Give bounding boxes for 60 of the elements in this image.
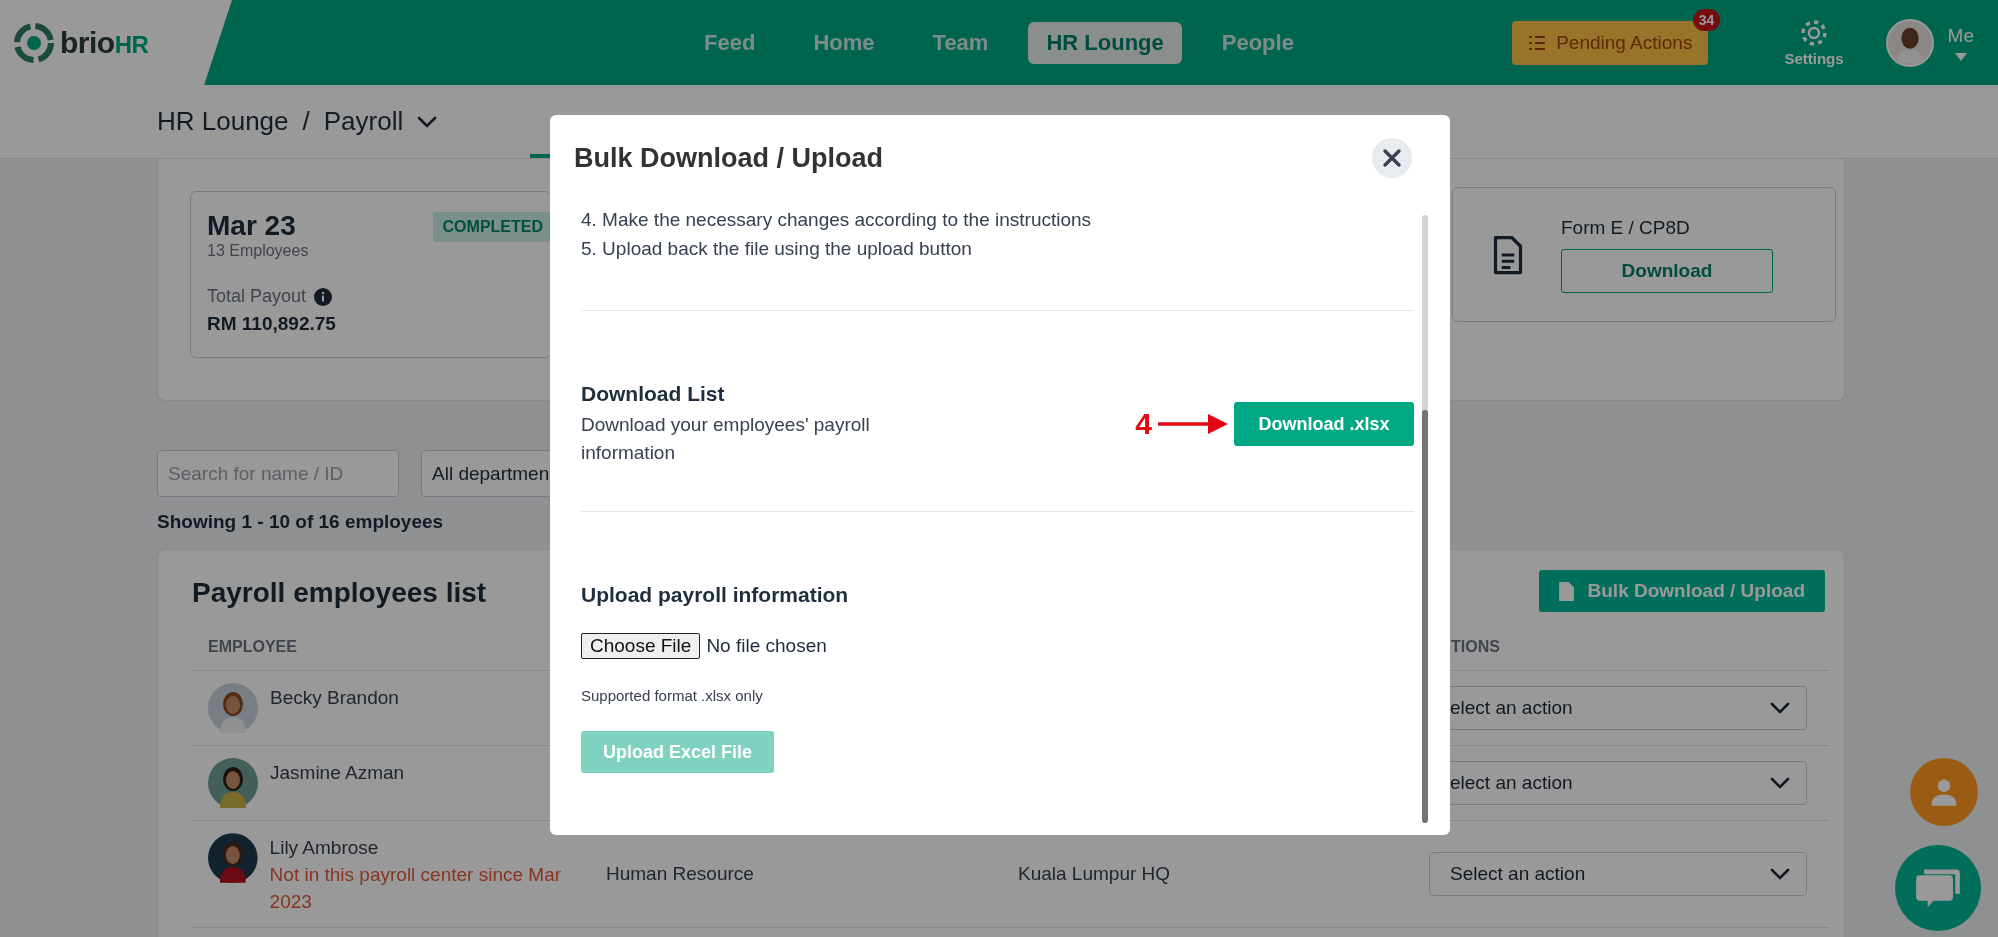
list-title: Payroll employees list [192,577,487,609]
nav-tab[interactable]: People [1203,21,1312,64]
nav-tab[interactable]: Home [795,21,893,64]
info-icon[interactable] [314,287,333,306]
period-title: Mar 23 [207,210,296,242]
checklist-icon [1528,34,1547,51]
settings-icon [1799,18,1829,48]
avatar [208,758,258,808]
nav-tab[interactable]: Team [914,21,1007,64]
settings-button[interactable]: Settings [1778,17,1850,68]
format-hint: Supported format .xlsx only [581,687,764,704]
close-button[interactable] [1372,138,1412,178]
breadcrumb-link[interactable]: HR Lounge [157,106,289,137]
file-status-text: No file chosen [706,635,827,657]
nav-tab[interactable]: HR Lounge [1028,21,1182,64]
employee-count: 13 Employees [207,242,310,260]
logo-icon [14,22,54,63]
caret-icon[interactable] [1954,52,1967,61]
download-button[interactable]: Download [1561,248,1773,293]
employee-name[interactable]: Becky Brandon [270,685,399,711]
form-title: Form E / CP8D [1561,216,1691,239]
employee-name[interactable]: Lily Ambrose [269,835,606,861]
avatar [208,683,258,733]
modal-title: Bulk Download / Upload [574,142,883,174]
total-payout-label: Total Payout [207,286,307,307]
section-title: Upload payroll information [581,582,850,608]
chevron-down-icon [1770,777,1790,789]
document-icon [1493,234,1523,275]
file-icon [1558,581,1574,601]
chevron-down-icon [1770,702,1790,714]
breadcrumb-current: Payroll [323,106,404,137]
location-cell: Kuala Lumpur HQ [1018,863,1171,885]
bulk-download-upload-button[interactable]: Bulk Download / Upload [1538,570,1825,612]
section-title: Download List [581,381,726,407]
notification-badge: 34 [1692,8,1721,31]
annotation-number: 4 [1135,407,1152,441]
breadcrumb-separator: / [302,106,310,137]
avatar[interactable] [1885,18,1934,67]
chevron-down-icon [417,115,438,128]
avatar [208,833,258,883]
nav-tab[interactable]: Feed [686,21,774,64]
instruction-text: 5. Upload back the file using the upload button [581,237,973,261]
person-icon [1929,777,1959,807]
chevron-down-icon [1770,868,1790,880]
employee-name[interactable]: Jasmine Azman [270,760,405,786]
annotation-arrow [1158,412,1228,436]
status-badge: COMPLETED [432,212,553,242]
chat-icon [1915,867,1961,909]
profile-label[interactable]: Me [1947,24,1974,47]
results-count: Showing 1 - 10 of 16 employees [157,511,445,533]
search-field[interactable]: Search for name / ID [157,450,399,497]
department-cell: Human Resource [606,863,754,885]
action-select[interactable]: Select an action [1429,852,1807,896]
close-icon [1382,148,1402,168]
total-payout-amount: RM 110,892.75 [207,313,337,335]
scrollbar[interactable] [1422,215,1428,823]
logo-text: brioHR [60,25,149,60]
employee-note: Not in this payroll center since Mar 2023 [269,863,563,914]
download-xlsx-button[interactable]: Download .xlsx [1234,402,1414,446]
instruction-text: 4. Make the necessary changes according to the instructions [581,208,1093,232]
